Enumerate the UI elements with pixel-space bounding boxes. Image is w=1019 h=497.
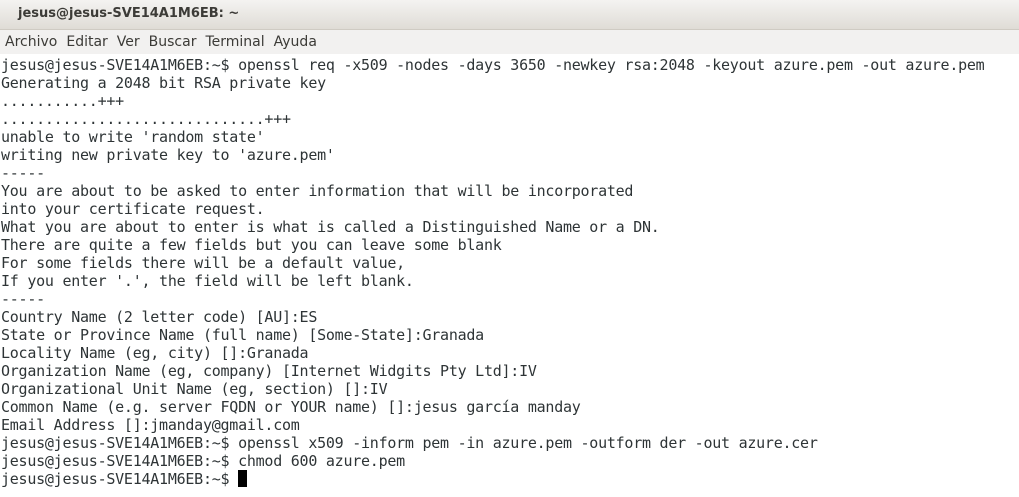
terminal-line: jesus@jesus-SVE14A1M6EB:~$ chmod 600 azu… <box>1 452 405 470</box>
menu-editar[interactable]: Editar <box>61 34 111 50</box>
terminal-line: Common Name (e.g. server FQDN or YOUR na… <box>1 398 581 416</box>
terminal-line: Email Address []:jmanday@gmail.com <box>1 416 300 434</box>
menu-bar: Archivo Editar Ver Buscar Terminal Ayuda <box>0 30 1019 54</box>
terminal-line: ...........+++ <box>1 92 124 110</box>
terminal-line: State or Province Name (full name) [Some… <box>1 326 484 344</box>
terminal-line: jesus@jesus-SVE14A1M6EB:~$ openssl x509 … <box>1 434 818 452</box>
terminal-output[interactable]: jesus@jesus-SVE14A1M6EB:~$ openssl req -… <box>0 54 1019 497</box>
terminal-line: If you enter '.', the field will be left… <box>1 272 414 290</box>
terminal-line: ----- <box>1 290 45 308</box>
terminal-line: There are quite a few fields but you can… <box>1 236 502 254</box>
terminal-line: Country Name (2 letter code) [AU]:ES <box>1 308 318 326</box>
terminal-line: What you are about to enter is what is c… <box>1 218 660 236</box>
terminal-lines: jesus@jesus-SVE14A1M6EB:~$ openssl req -… <box>1 56 985 488</box>
terminal-line: Organizational Unit Name (eg, section) [… <box>1 380 388 398</box>
terminal-line: writing new private key to 'azure.pem' <box>1 146 335 164</box>
terminal-line: Locality Name (eg, city) []:Granada <box>1 344 309 362</box>
menu-terminal[interactable]: Terminal <box>200 34 268 50</box>
menu-archivo[interactable]: Archivo <box>0 34 61 50</box>
terminal-line: ----- <box>1 164 45 182</box>
terminal-line: Generating a 2048 bit RSA private key <box>1 74 326 92</box>
terminal-prompt: jesus@jesus-SVE14A1M6EB:~$ <box>1 470 230 488</box>
terminal-line: jesus@jesus-SVE14A1M6EB:~$ openssl req -… <box>1 56 985 74</box>
terminal-line: unable to write 'random state' <box>1 128 265 146</box>
terminal-line: into your certificate request. <box>1 200 265 218</box>
menu-buscar[interactable]: Buscar <box>144 34 201 50</box>
terminal-line: You are about to be asked to enter infor… <box>1 182 634 200</box>
menu-ver[interactable]: Ver <box>112 34 144 50</box>
terminal-line: ..............................+++ <box>1 110 291 128</box>
window-title: jesus@jesus-SVE14A1M6EB: ~ <box>18 6 240 21</box>
terminal-prompt-line[interactable]: jesus@jesus-SVE14A1M6EB:~$ <box>1 470 984 488</box>
terminal-window: jesus@jesus-SVE14A1M6EB: ~ Archivo Edita… <box>0 0 1019 497</box>
text-cursor <box>238 470 248 487</box>
terminal-line: Organization Name (eg, company) [Interne… <box>1 362 537 380</box>
menu-ayuda[interactable]: Ayuda <box>269 34 321 50</box>
title-bar[interactable]: jesus@jesus-SVE14A1M6EB: ~ <box>0 0 1019 30</box>
terminal-line: For some fields there will be a default … <box>1 254 405 272</box>
